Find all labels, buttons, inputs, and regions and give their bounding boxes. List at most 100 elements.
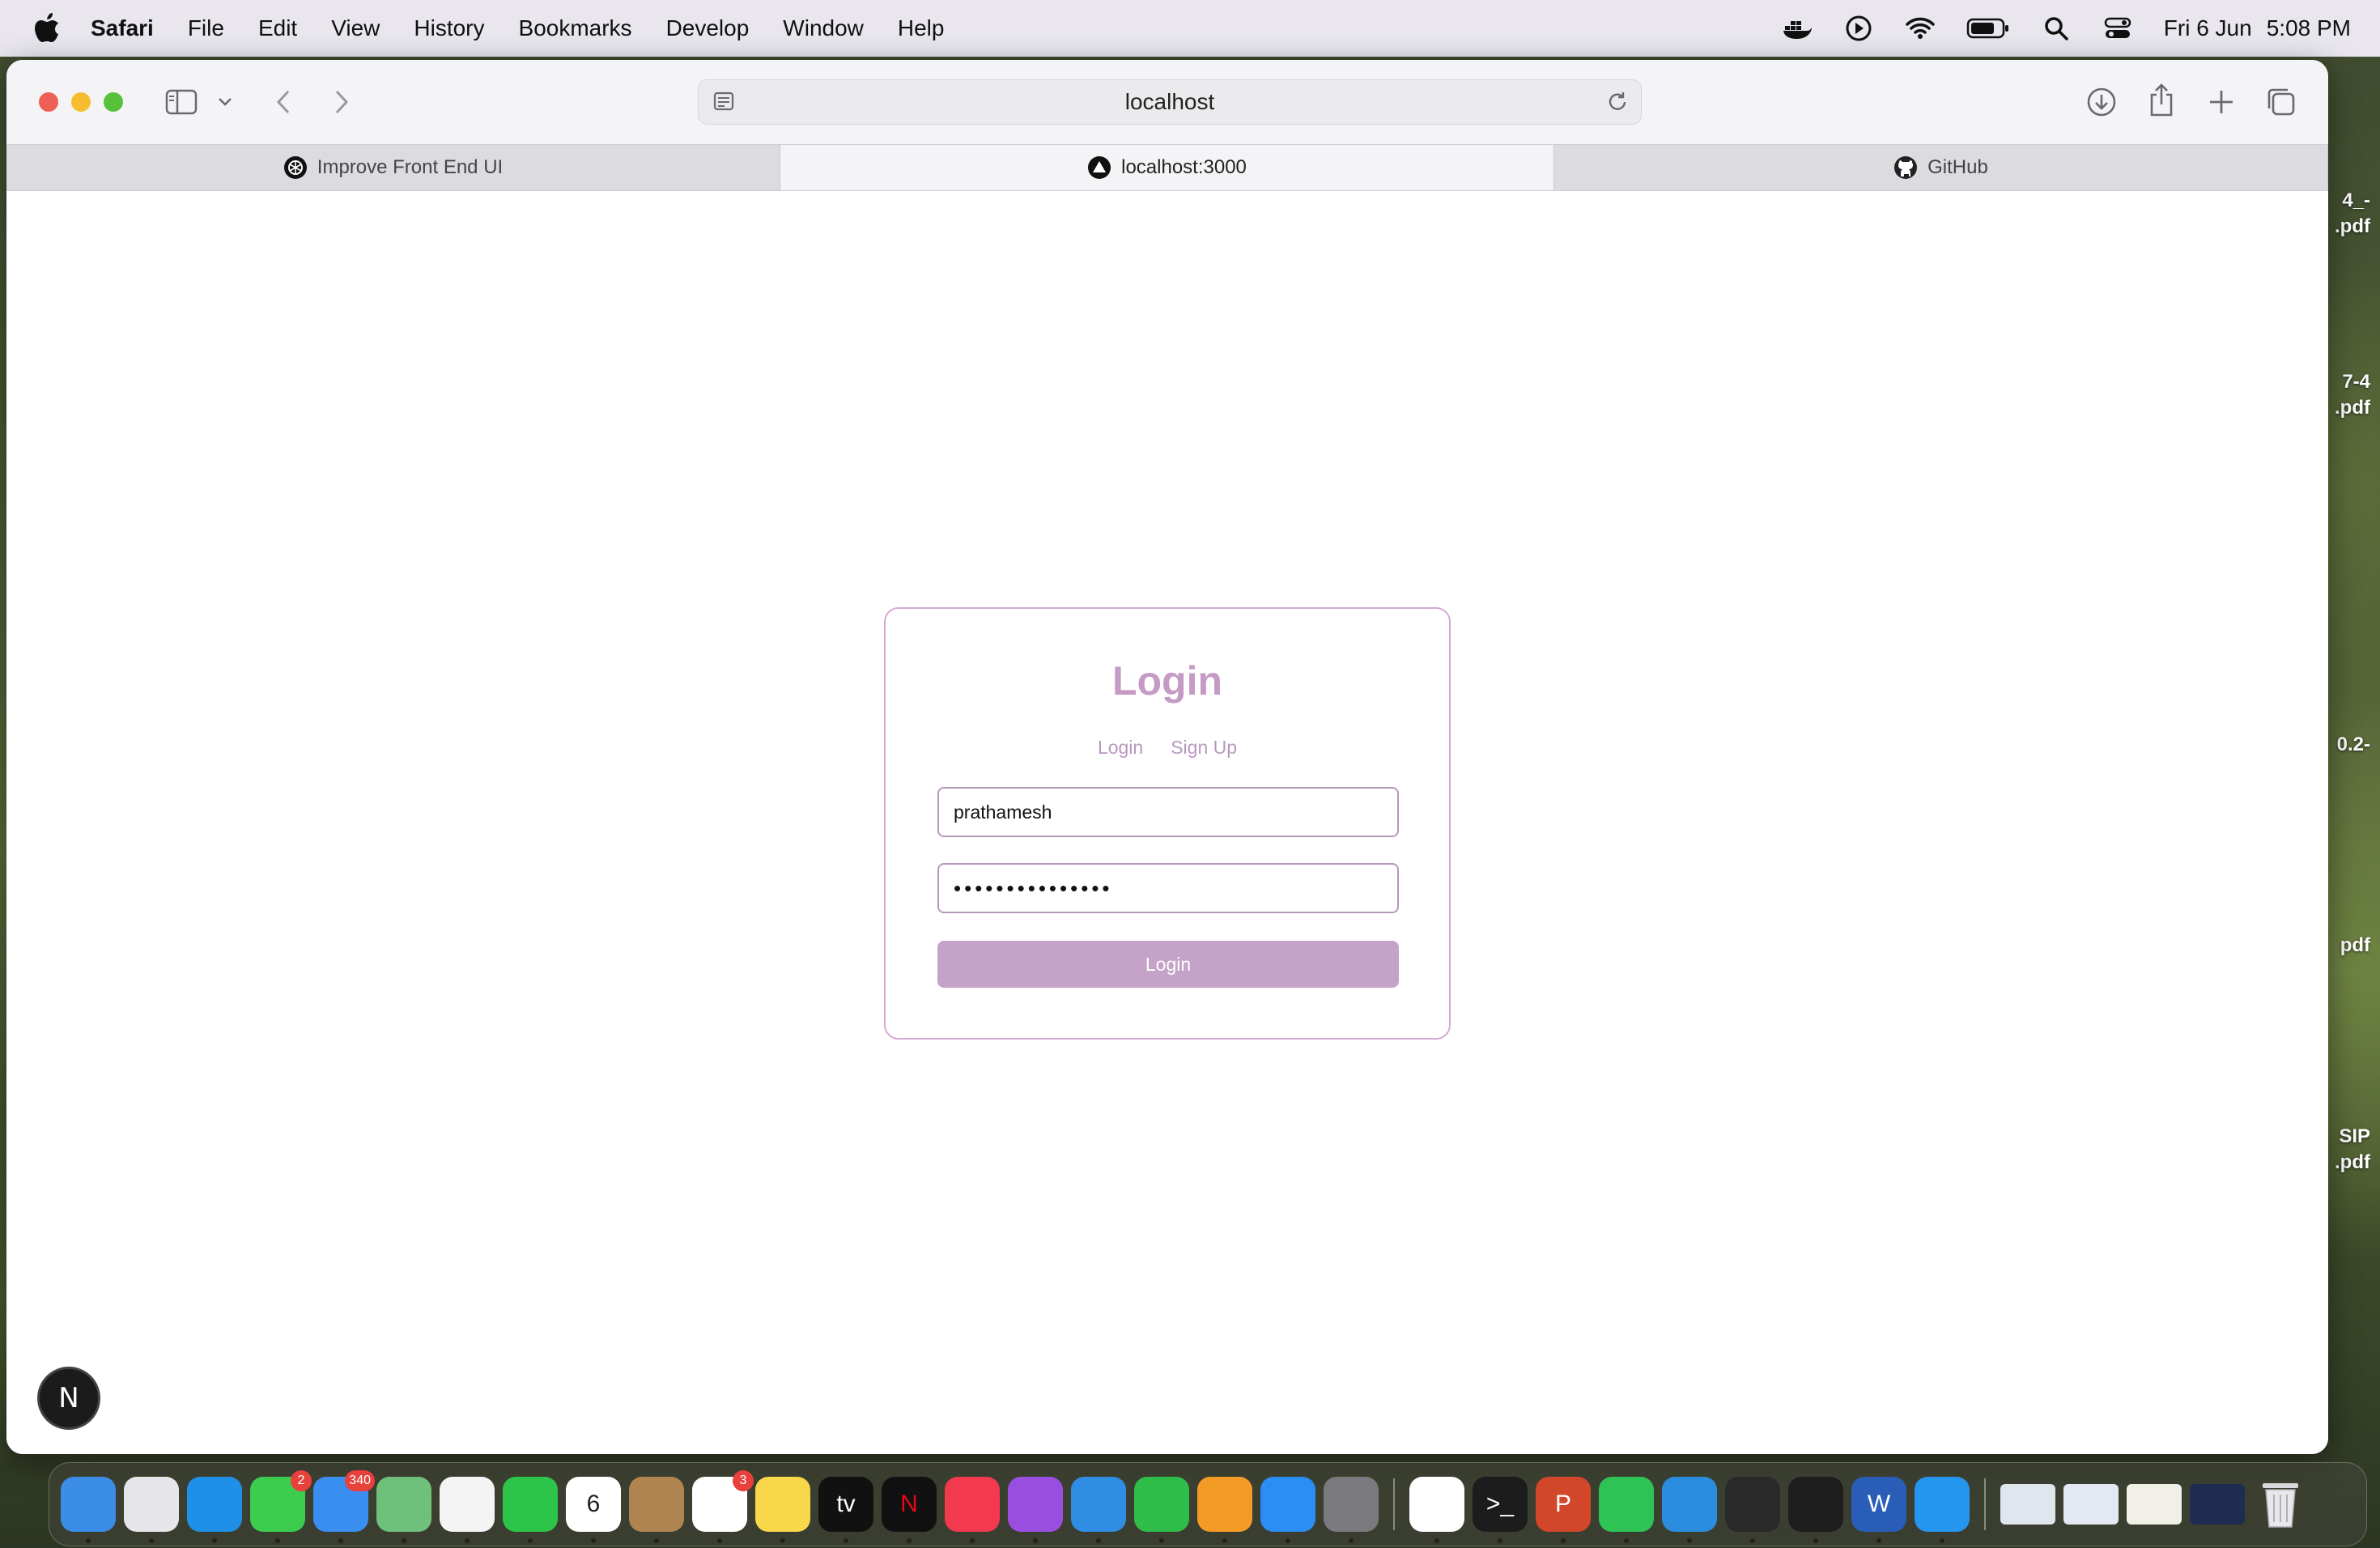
dock-app-podcasts[interactable]	[1008, 1477, 1063, 1543]
login-button[interactable]: Login	[937, 941, 1399, 988]
back-button-icon[interactable]	[269, 87, 298, 117]
menu-history[interactable]: History	[414, 15, 484, 41]
dock-app-vs-code[interactable]	[1662, 1477, 1717, 1543]
dock-app-activity-monitor[interactable]	[1725, 1477, 1780, 1543]
running-indicator	[1750, 1538, 1755, 1543]
menu-edit[interactable]: Edit	[258, 15, 297, 41]
dock-app-mail[interactable]: 340	[313, 1470, 375, 1543]
close-window-button[interactable]	[39, 92, 58, 112]
dock-app-powerpoint[interactable]: P	[1536, 1477, 1591, 1543]
running-indicator	[1434, 1538, 1439, 1543]
apple-menu-icon[interactable]	[31, 12, 63, 45]
desktop-file[interactable]: pdf	[2322, 933, 2370, 959]
tab-improve-front-end-ui[interactable]: Improve Front End UI	[6, 145, 780, 190]
tab-localhost-3000[interactable]: localhost:3000	[780, 145, 1554, 190]
dock-minimized-window[interactable]	[2063, 1484, 2119, 1525]
dock-app-app-store[interactable]	[1260, 1477, 1315, 1543]
login-title: Login	[1111, 658, 1223, 704]
dock-app-calendar[interactable]: 6	[566, 1477, 621, 1543]
dock-app-contacts[interactable]	[629, 1477, 684, 1543]
dock-app-chrome[interactable]	[1409, 1477, 1464, 1543]
trash-icon[interactable]	[2253, 1477, 2308, 1532]
signup-tab[interactable]: Sign Up	[1171, 737, 1237, 759]
menu-bar: Safari File Edit View History Bookmarks …	[0, 0, 2380, 57]
dock-app-keynote[interactable]	[1071, 1477, 1126, 1543]
menu-clock[interactable]: Fri 6 Jun 5:08 PM	[2164, 15, 2351, 41]
docker-status-icon[interactable]	[1782, 13, 1813, 44]
dock-app-safari[interactable]	[187, 1477, 242, 1543]
username-input[interactable]: prathamesh	[937, 787, 1399, 837]
menu-develop[interactable]: Develop	[666, 15, 750, 41]
menu-help[interactable]: Help	[898, 15, 945, 41]
play-status-icon[interactable]	[1843, 13, 1874, 44]
menu-bookmarks[interactable]: Bookmarks	[519, 15, 632, 41]
dock-minimized-window[interactable]	[2190, 1484, 2245, 1525]
new-tab-plus-icon[interactable]	[2204, 84, 2239, 120]
wifi-icon[interactable]	[1905, 13, 1936, 44]
desktop-file-label: 4_- .pdf	[2335, 189, 2370, 237]
running-indicator	[1159, 1538, 1164, 1543]
chevron-down-icon[interactable]	[215, 92, 235, 112]
dock: 2 340 6 3 tv N >_ P W	[49, 1462, 2367, 1546]
dock-app-terminal[interactable]: >_	[1473, 1477, 1528, 1543]
menu-time: 5:08 PM	[2266, 15, 2351, 40]
dock-app-docker[interactable]	[1915, 1477, 1970, 1543]
dock-minimized-window[interactable]	[2000, 1484, 2055, 1525]
desktop-file[interactable]: 0.2-	[2322, 732, 2370, 758]
dock-app-music[interactable]	[945, 1477, 1000, 1543]
minimize-window-button[interactable]	[71, 92, 91, 112]
dock-minimized-window[interactable]	[2127, 1484, 2182, 1525]
forward-button-icon[interactable]	[327, 87, 356, 117]
dock-app-numbers[interactable]	[1134, 1477, 1189, 1543]
dock-app-reminders[interactable]: 3	[692, 1470, 754, 1543]
dock-app-facetime[interactable]	[503, 1477, 558, 1543]
spotlight-search-icon[interactable]	[2041, 13, 2072, 44]
password-value: •••••••••••••••	[954, 875, 1113, 900]
running-indicator	[844, 1538, 848, 1543]
tab-overview-icon[interactable]	[2263, 84, 2299, 120]
page-menu-icon[interactable]	[712, 90, 736, 114]
control-center-icon[interactable]	[2102, 13, 2133, 44]
menu-file[interactable]: File	[188, 15, 224, 41]
tab-bar: Improve Front End UI localhost:3000 GitH…	[6, 144, 2328, 191]
dock-app-label: 6	[586, 1491, 601, 1517]
dock-app-launchpad[interactable]	[124, 1477, 179, 1543]
dock-app-photos[interactable]	[440, 1477, 495, 1543]
menu-window[interactable]: Window	[783, 15, 864, 41]
dock-app-netflix[interactable]: N	[882, 1477, 937, 1543]
running-indicator	[86, 1538, 91, 1543]
dock-app-notes[interactable]	[755, 1477, 810, 1543]
tab-label: Improve Front End UI	[317, 156, 504, 178]
battery-icon[interactable]	[1966, 13, 2010, 44]
dock-app-whatsapp[interactable]	[1599, 1477, 1654, 1543]
password-input[interactable]: •••••••••••••••	[937, 863, 1399, 913]
downloads-icon[interactable]	[2084, 84, 2119, 120]
login-tab[interactable]: Login	[1098, 737, 1143, 759]
menu-view[interactable]: View	[331, 15, 380, 41]
sidebar-toggle-icon[interactable]	[164, 86, 199, 118]
desktop-file[interactable]: 4_- .pdf	[2322, 188, 2370, 240]
nextjs-dev-indicator[interactable]: N	[37, 1367, 100, 1430]
running-indicator	[780, 1538, 785, 1543]
address-bar[interactable]: localhost	[698, 79, 1642, 125]
running-indicator	[1624, 1538, 1629, 1543]
maximize-window-button[interactable]	[104, 92, 123, 112]
dock-app-word[interactable]: W	[1851, 1477, 1906, 1543]
tab-github[interactable]: GitHub	[1554, 145, 2328, 190]
dock-app-messages[interactable]: 2	[250, 1470, 312, 1543]
dock-app-tv[interactable]: tv	[818, 1477, 873, 1543]
dock-app-finder[interactable]	[61, 1477, 116, 1543]
dock-app-system-settings[interactable]	[1324, 1477, 1379, 1543]
reload-icon[interactable]	[1605, 90, 1630, 114]
dock-app-pages[interactable]	[1197, 1477, 1252, 1543]
desktop-file[interactable]: 7-4 .pdf	[2322, 369, 2370, 421]
running-indicator	[1222, 1538, 1227, 1543]
dock-app-maps[interactable]	[376, 1477, 431, 1543]
menu-safari[interactable]: Safari	[91, 15, 154, 41]
dock-app-cursor[interactable]	[1788, 1477, 1843, 1543]
share-icon[interactable]	[2144, 83, 2179, 118]
dock-app-label: >_	[1485, 1491, 1515, 1517]
window-controls	[39, 92, 123, 112]
dock-app-label: N	[900, 1491, 918, 1517]
desktop-file[interactable]: SIP .pdf	[2322, 1124, 2370, 1176]
